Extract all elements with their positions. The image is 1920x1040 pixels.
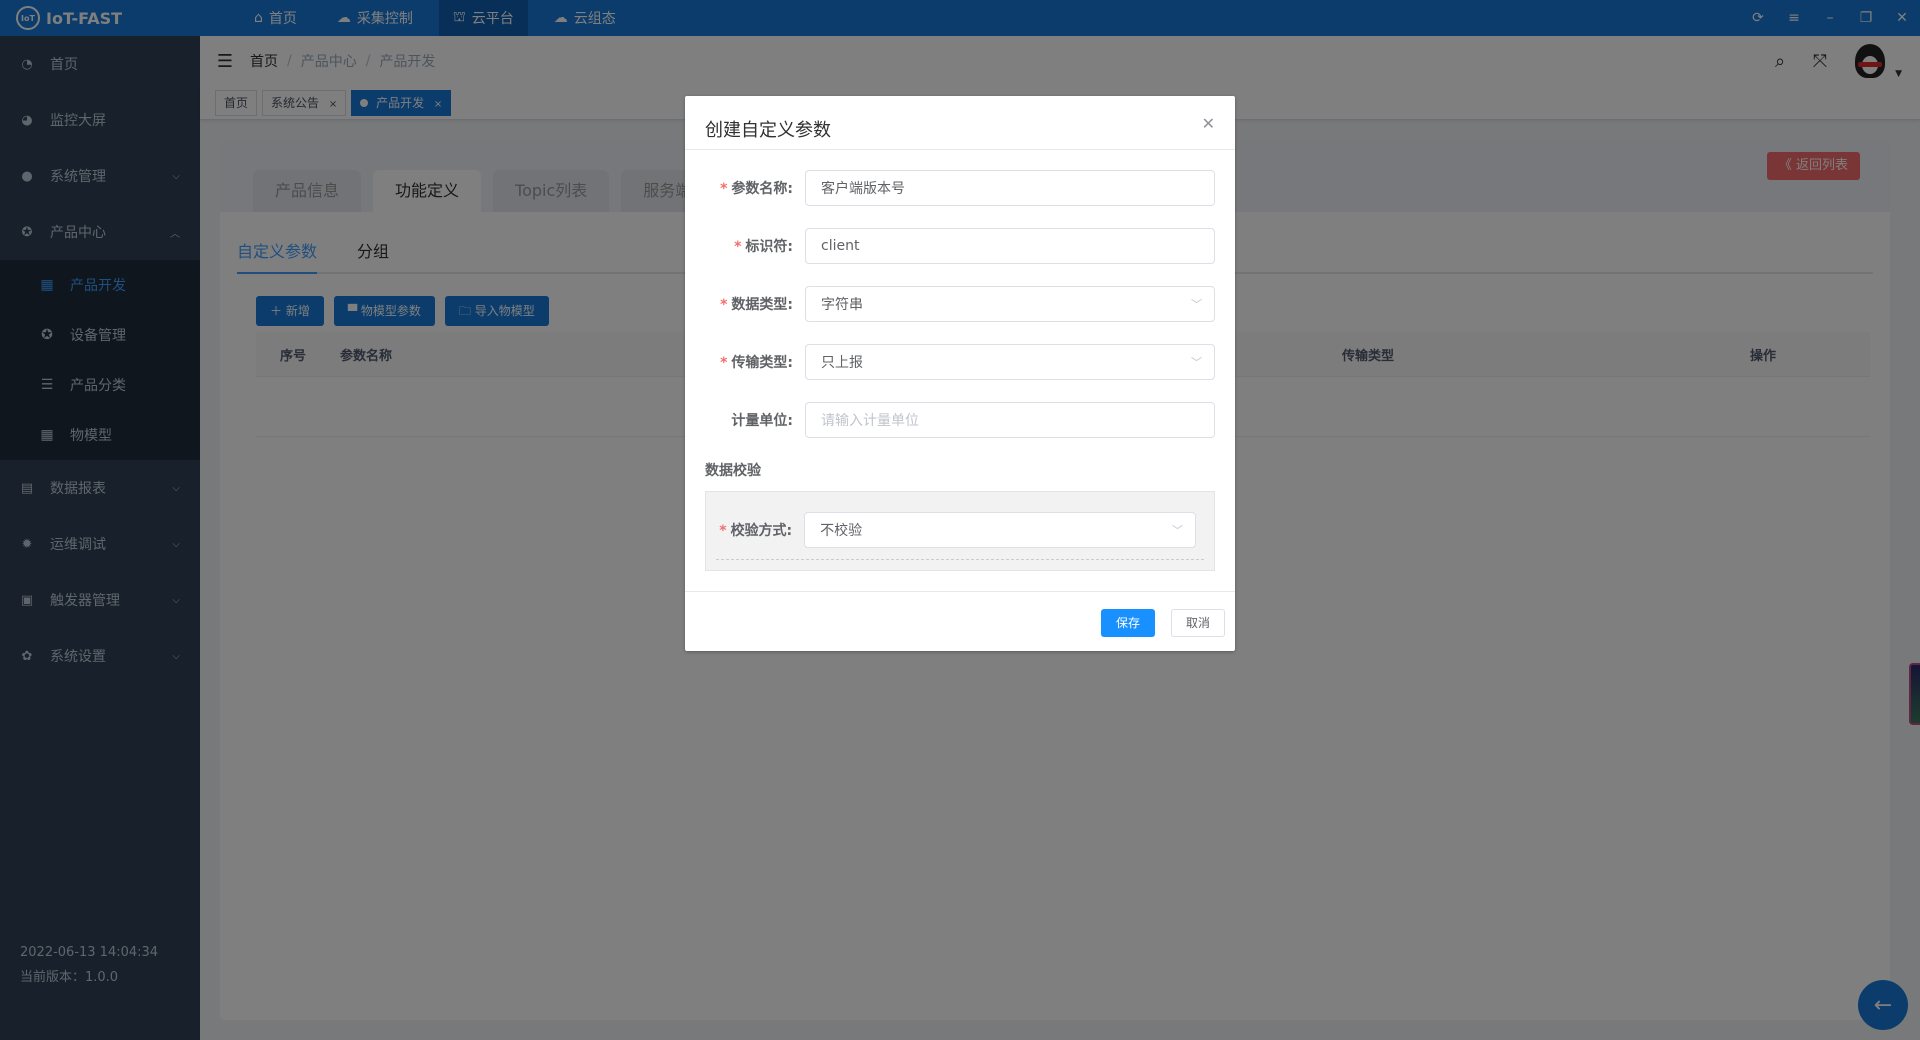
form-row-transfer-type: * 传输类型: 只上报 ﹀: [685, 344, 1235, 380]
required-mark: *: [720, 181, 728, 197]
validation-box: * 校验方式: 不校验 ﹀: [705, 491, 1215, 571]
required-mark: *: [720, 355, 728, 371]
chevron-down-icon: ﹀: [1191, 356, 1202, 369]
param-name-input[interactable]: 客户端版本号: [805, 170, 1215, 206]
create-param-dialog: 创建自定义参数 ✕ * 参数名称: 客户端版本号 * 标识符: client * 数据…: [685, 96, 1235, 651]
dialog-footer: 保存 取消: [685, 591, 1235, 651]
chevron-down-icon: ﹀: [1191, 298, 1202, 311]
data-type-value: 字符串: [821, 297, 863, 313]
divider: [716, 559, 1204, 560]
cancel-button[interactable]: 取消: [1170, 609, 1225, 637]
form-row-validation-method: * 校验方式: 不校验 ﹀: [686, 512, 1196, 548]
unit-input[interactable]: 请输入计量单位: [805, 402, 1215, 438]
close-icon[interactable]: ✕: [1202, 114, 1215, 133]
transfer-type-label: 传输类型:: [731, 355, 793, 371]
required-mark: *: [734, 239, 742, 255]
form-row-unit: 计量单位: 请输入计量单位: [685, 402, 1235, 438]
required-mark: *: [719, 523, 727, 539]
form-row-param-name: * 参数名称: 客户端版本号: [685, 170, 1235, 206]
data-type-label: 数据类型:: [731, 297, 793, 313]
dialog-title: 创建自定义参数: [705, 120, 831, 141]
validation-method-label: 校验方式:: [730, 523, 793, 539]
param-name-label: 参数名称:: [731, 181, 793, 197]
validation-section-title: 数据校验: [705, 463, 761, 479]
identifier-input[interactable]: client: [805, 228, 1215, 264]
chevron-down-icon: ﹀: [1172, 524, 1183, 537]
validation-method-value: 不校验: [820, 523, 863, 539]
unit-label: 计量单位:: [731, 413, 793, 429]
identifier-label: 标识符:: [745, 239, 793, 255]
validation-method-select[interactable]: 不校验 ﹀: [804, 512, 1196, 548]
required-mark: *: [720, 297, 728, 313]
data-type-select[interactable]: 字符串 ﹀: [805, 286, 1215, 322]
dialog-header: 创建自定义参数 ✕: [685, 96, 1235, 150]
form-row-identifier: * 标识符: client: [685, 228, 1235, 264]
form-row-data-type: * 数据类型: 字符串 ﹀: [685, 286, 1235, 322]
transfer-type-value: 只上报: [821, 355, 863, 371]
save-button[interactable]: 保存: [1100, 609, 1155, 637]
transfer-type-select[interactable]: 只上报 ﹀: [805, 344, 1215, 380]
